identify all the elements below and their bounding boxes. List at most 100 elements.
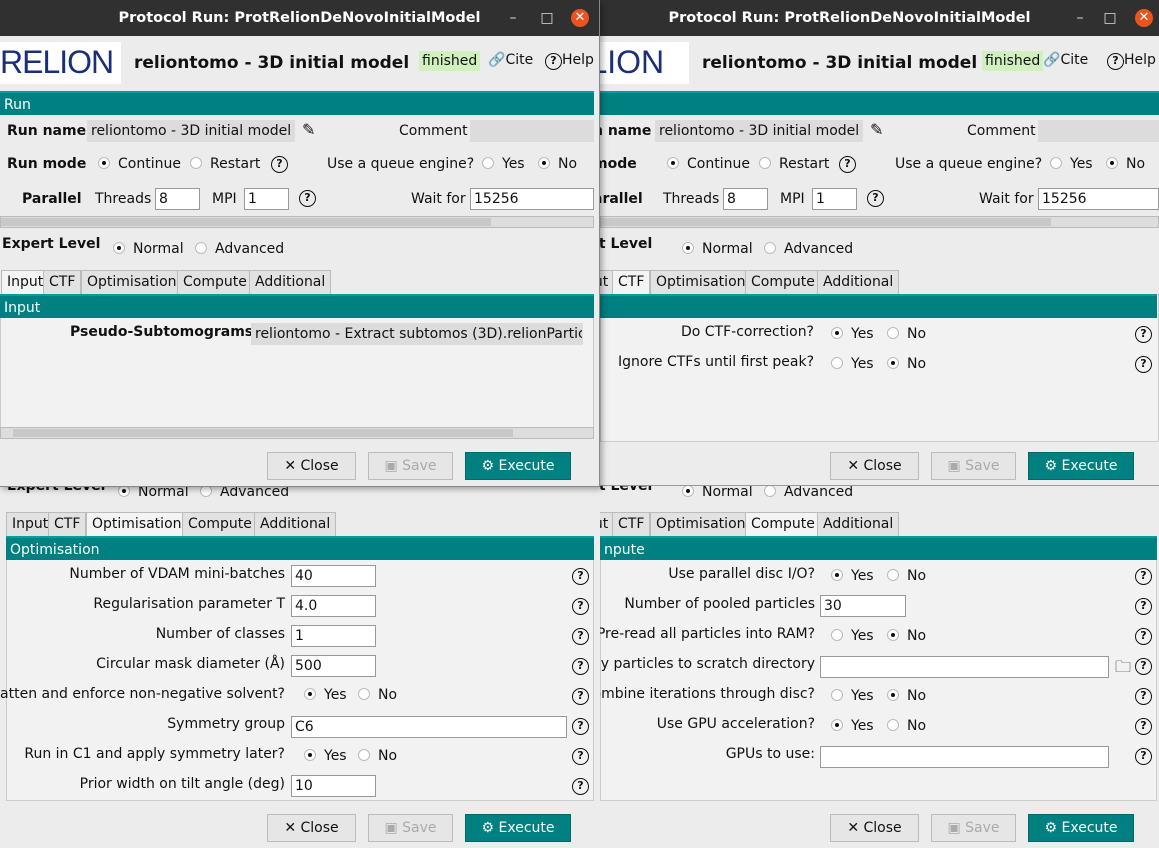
horizontal-scrollbar[interactable]: [600, 216, 1159, 228]
tab-optimisation[interactable]: Optimisation: [86, 512, 188, 536]
queue-no-radio[interactable]: No: [538, 156, 577, 172]
execute-button[interactable]: ⚙ Execute: [465, 814, 571, 842]
edit-icon[interactable]: ✎: [302, 120, 315, 139]
help-icon[interactable]: ?: [1135, 688, 1152, 705]
expert-normal-radio[interactable]: Normal: [682, 484, 753, 500]
parallel-io-no-radio[interactable]: No: [887, 568, 926, 584]
help-icon[interactable]: ?: [1135, 356, 1152, 373]
help-icon[interactable]: ?: [1135, 598, 1152, 615]
close-button[interactable]: ✕ Close: [267, 452, 356, 480]
help-icon[interactable]: ?: [1135, 748, 1152, 765]
ctf-correction-yes-radio[interactable]: Yes: [831, 326, 874, 342]
minimize-icon[interactable]: –: [504, 9, 522, 27]
queue-yes-radio[interactable]: Yes: [482, 156, 525, 172]
tab-optimisation[interactable]: Optimisation: [81, 270, 183, 294]
queue-no-radio[interactable]: No: [1106, 156, 1145, 172]
help-icon[interactable]: ?: [839, 156, 856, 173]
gpu-no-radio[interactable]: No: [887, 718, 926, 734]
help-icon[interactable]: ?: [1135, 718, 1152, 735]
num-classes-input[interactable]: 1: [291, 625, 376, 647]
cite-link[interactable]: 🔗Cite: [1043, 52, 1088, 68]
ctf-correction-no-radio[interactable]: No: [887, 326, 926, 342]
help-icon[interactable]: ?: [572, 598, 589, 615]
tab-additional[interactable]: Additional: [817, 512, 900, 536]
help-icon[interactable]: ?: [1135, 568, 1152, 585]
help-icon[interactable]: ?: [572, 568, 589, 585]
help-link[interactable]: ? Help: [545, 52, 594, 70]
scratch-directory-input[interactable]: [820, 656, 1109, 678]
help-icon[interactable]: ?: [1135, 628, 1152, 645]
maximize-icon[interactable]: □: [538, 9, 556, 27]
expert-normal-radio[interactable]: Normal: [682, 241, 753, 257]
prior-width-input[interactable]: 10: [291, 775, 376, 797]
save-button[interactable]: ▣ Save: [931, 814, 1016, 842]
symmetry-group-input[interactable]: C6: [291, 716, 567, 738]
close-button[interactable]: ✕ Close: [830, 452, 919, 480]
folder-icon[interactable]: 🗀: [1115, 656, 1131, 683]
queue-yes-radio[interactable]: Yes: [1050, 156, 1093, 172]
tab-ctf[interactable]: CTF: [612, 270, 651, 294]
save-button[interactable]: ▣ Save: [368, 814, 453, 842]
tab-optimisation[interactable]: Optimisation: [650, 270, 752, 294]
execute-button[interactable]: ⚙ Execute: [465, 452, 571, 480]
cite-link[interactable]: 🔗Cite: [488, 52, 533, 68]
continue-radio[interactable]: Continue: [667, 156, 750, 172]
save-button[interactable]: ▣ Save: [931, 452, 1016, 480]
tab-compute[interactable]: Compute: [745, 270, 821, 294]
tab-additional[interactable]: Additional: [254, 512, 337, 536]
restart-radio[interactable]: Restart: [759, 156, 829, 172]
combine-yes-radio[interactable]: Yes: [831, 688, 874, 704]
edit-icon[interactable]: ✎: [870, 120, 883, 139]
horizontal-scrollbar[interactable]: [0, 427, 594, 439]
help-icon[interactable]: ?: [572, 778, 589, 795]
preread-no-radio[interactable]: No: [887, 628, 926, 644]
close-window-icon[interactable]: ✕: [1135, 9, 1153, 27]
help-icon[interactable]: ?: [572, 718, 589, 735]
preread-yes-radio[interactable]: Yes: [831, 628, 874, 644]
horizontal-scrollbar[interactable]: [0, 216, 594, 228]
help-icon[interactable]: ?: [572, 748, 589, 765]
comment-input[interactable]: [470, 120, 594, 142]
c1-no-radio[interactable]: No: [358, 748, 397, 764]
ignore-ctf-no-radio[interactable]: No: [887, 356, 926, 372]
expert-advanced-radio[interactable]: Advanced: [195, 241, 284, 257]
c1-yes-radio[interactable]: Yes: [304, 748, 347, 764]
save-button[interactable]: ▣ Save: [368, 452, 453, 480]
pseudo-subtomograms-input[interactable]: reliontomo - Extract subtomos (3D).relio…: [251, 323, 583, 345]
flatten-no-radio[interactable]: No: [358, 687, 397, 703]
comment-input[interactable]: [1038, 120, 1159, 142]
expert-advanced-radio[interactable]: Advanced: [764, 241, 853, 257]
execute-button[interactable]: ⚙ Execute: [1028, 814, 1134, 842]
combine-no-radio[interactable]: No: [887, 688, 926, 704]
help-icon[interactable]: ?: [1135, 658, 1152, 675]
close-button[interactable]: ✕ Close: [267, 814, 356, 842]
help-icon[interactable]: ?: [271, 156, 288, 173]
tab-ctf[interactable]: CTF: [48, 512, 87, 536]
mpi-input[interactable]: 1: [812, 188, 857, 210]
continue-radio[interactable]: Continue: [98, 156, 181, 172]
help-icon[interactable]: ?: [299, 190, 316, 207]
execute-button[interactable]: ⚙ Execute: [1028, 452, 1134, 480]
run-name-input[interactable]: reliontomo - 3D initial model (c: [87, 120, 295, 142]
maximize-icon[interactable]: □: [1101, 9, 1119, 27]
tab-additional[interactable]: Additional: [249, 270, 332, 294]
help-icon[interactable]: ?: [867, 190, 884, 207]
run-name-input[interactable]: reliontomo - 3D initial model (c: [655, 120, 863, 142]
pooled-particles-input[interactable]: 30: [820, 595, 906, 617]
help-icon[interactable]: ?: [1135, 326, 1152, 343]
mpi-input[interactable]: 1: [244, 188, 289, 210]
restart-radio[interactable]: Restart: [190, 156, 260, 172]
help-icon[interactable]: ?: [572, 628, 589, 645]
expert-advanced-radio[interactable]: Advanced: [764, 484, 853, 500]
tab-compute[interactable]: Compute: [177, 270, 253, 294]
close-window-icon[interactable]: ✕: [571, 9, 589, 27]
regularisation-input[interactable]: 4.0: [291, 595, 376, 617]
close-button[interactable]: ✕ Close: [830, 814, 919, 842]
ignore-ctf-yes-radio[interactable]: Yes: [831, 356, 874, 372]
tab-ctf[interactable]: CTF: [612, 512, 651, 536]
gpu-yes-radio[interactable]: Yes: [831, 718, 874, 734]
tab-optimisation[interactable]: Optimisation: [650, 512, 752, 536]
mask-diameter-input[interactable]: 500: [291, 655, 376, 677]
threads-input[interactable]: 8: [155, 188, 200, 210]
gpus-to-use-input[interactable]: [820, 746, 1109, 768]
